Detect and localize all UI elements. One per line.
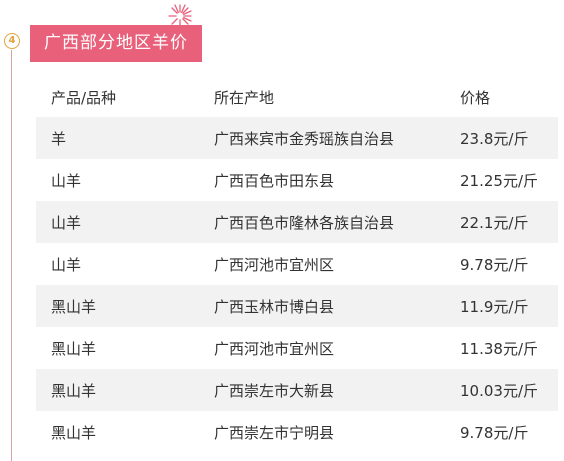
- table-row: 黑山羊 广西崇左市大新县 10.03元/斤: [36, 369, 558, 411]
- table-row: 黑山羊 广西崇左市宁明县 9.78元/斤: [36, 411, 558, 453]
- cell-origin: 广西崇左市宁明县: [214, 423, 335, 442]
- cell-price: 22.1元/斤: [460, 213, 529, 232]
- cell-product: 山羊: [51, 213, 82, 232]
- table-row: 黑山羊 广西玉林市博白县 11.9元/斤: [36, 285, 558, 327]
- cell-price: 23.8元/斤: [460, 129, 529, 148]
- cell-origin: 广西百色市隆林各族自治县: [214, 213, 395, 232]
- cell-product: 山羊: [51, 255, 82, 274]
- table-header-row: 产品/品种 所在产地 价格: [36, 77, 558, 117]
- cell-origin: 广西百色市田东县: [214, 171, 335, 190]
- cell-price: 21.25元/斤: [460, 171, 538, 190]
- section-title: 广西部分地区羊价: [30, 25, 202, 62]
- cell-price: 11.38元/斤: [460, 339, 538, 358]
- cell-origin: 广西河池市宜州区: [214, 339, 335, 358]
- cell-origin: 广西来宾市金秀瑶族自治县: [214, 129, 395, 148]
- cell-product: 黑山羊: [51, 423, 97, 442]
- cell-product: 羊: [51, 129, 67, 148]
- table-row: 羊 广西来宾市金秀瑶族自治县 23.8元/斤: [36, 117, 558, 159]
- timeline-line: [11, 50, 12, 461]
- step-badge: 4: [4, 33, 20, 49]
- header-origin: 所在产地: [214, 88, 275, 107]
- cell-product: 黑山羊: [51, 381, 97, 400]
- cell-price: 9.78元/斤: [460, 255, 529, 274]
- cell-origin: 广西崇左市大新县: [214, 381, 335, 400]
- table-row: 黑山羊 广西河池市宜州区 11.38元/斤: [36, 327, 558, 369]
- firework-sparkle-icon: [168, 4, 192, 28]
- cell-price: 10.03元/斤: [460, 381, 538, 400]
- cell-product: 山羊: [51, 171, 82, 190]
- cell-price: 11.9元/斤: [460, 297, 529, 316]
- header-product: 产品/品种: [51, 88, 117, 107]
- header-price: 价格: [460, 88, 491, 107]
- table-row: 山羊 广西百色市田东县 21.25元/斤: [36, 159, 558, 201]
- table-row: 山羊 广西百色市隆林各族自治县 22.1元/斤: [36, 201, 558, 243]
- cell-origin: 广西河池市宜州区: [214, 255, 335, 274]
- price-table: 产品/品种 所在产地 价格 羊 广西来宾市金秀瑶族自治县 23.8元/斤 山羊 …: [36, 77, 558, 453]
- cell-price: 9.78元/斤: [460, 423, 529, 442]
- table-row: 山羊 广西河池市宜州区 9.78元/斤: [36, 243, 558, 285]
- cell-product: 黑山羊: [51, 339, 97, 358]
- cell-product: 黑山羊: [51, 297, 97, 316]
- cell-origin: 广西玉林市博白县: [214, 297, 335, 316]
